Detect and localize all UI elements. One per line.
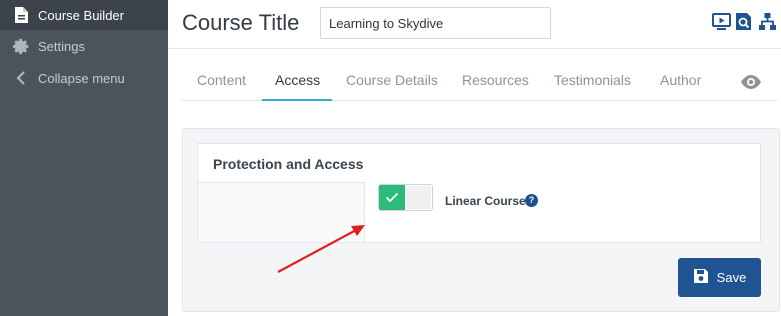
check-icon <box>385 192 399 203</box>
sidebar-item-settings[interactable]: Settings <box>0 31 168 61</box>
eye-icon[interactable] <box>740 74 762 90</box>
toggle-knob <box>406 186 431 209</box>
page-title: Course Title <box>182 10 300 35</box>
toggle-on-state <box>379 185 405 210</box>
section-title: Protection and Access <box>213 156 364 172</box>
linear-course-label: Linear Course <box>445 194 526 208</box>
sitemap-icon[interactable] <box>758 12 777 31</box>
sidebar-item-collapse-menu[interactable]: Collapse menu <box>0 63 168 93</box>
save-button-label: Save <box>716 270 747 285</box>
course-title-input[interactable] <box>320 7 551 39</box>
tab-testimonials[interactable]: Testimonials <box>554 72 631 88</box>
search-icon[interactable] <box>735 12 754 31</box>
save-button[interactable]: Save <box>678 258 761 297</box>
document-icon <box>12 6 30 24</box>
chevron-left-icon <box>12 69 30 87</box>
sidebar: Course Builder Settings Collapse menu <box>0 0 168 316</box>
tab-author[interactable]: Author <box>660 72 701 88</box>
active-tab-indicator <box>262 99 332 101</box>
tab-access[interactable]: Access <box>275 72 320 88</box>
sidebar-item-label: Course Builder <box>38 7 124 23</box>
preview-icon[interactable] <box>712 12 731 31</box>
tab-bar: Content Access Course Details Resources … <box>182 62 777 101</box>
linear-course-toggle[interactable] <box>378 184 433 211</box>
gear-icon <box>12 37 30 55</box>
floppy-disk-icon <box>693 268 709 287</box>
tab-content[interactable]: Content <box>197 72 246 88</box>
sidebar-item-label: Settings <box>38 38 85 54</box>
sidebar-item-course-builder[interactable]: Course Builder <box>0 0 168 30</box>
annotation-arrow <box>277 225 365 273</box>
sidebar-item-label: Collapse menu <box>38 70 125 86</box>
header-divider <box>168 48 781 49</box>
help-icon[interactable]: ? <box>525 194 538 207</box>
tab-course-details[interactable]: Course Details <box>346 72 438 88</box>
tab-resources[interactable]: Resources <box>462 72 529 88</box>
